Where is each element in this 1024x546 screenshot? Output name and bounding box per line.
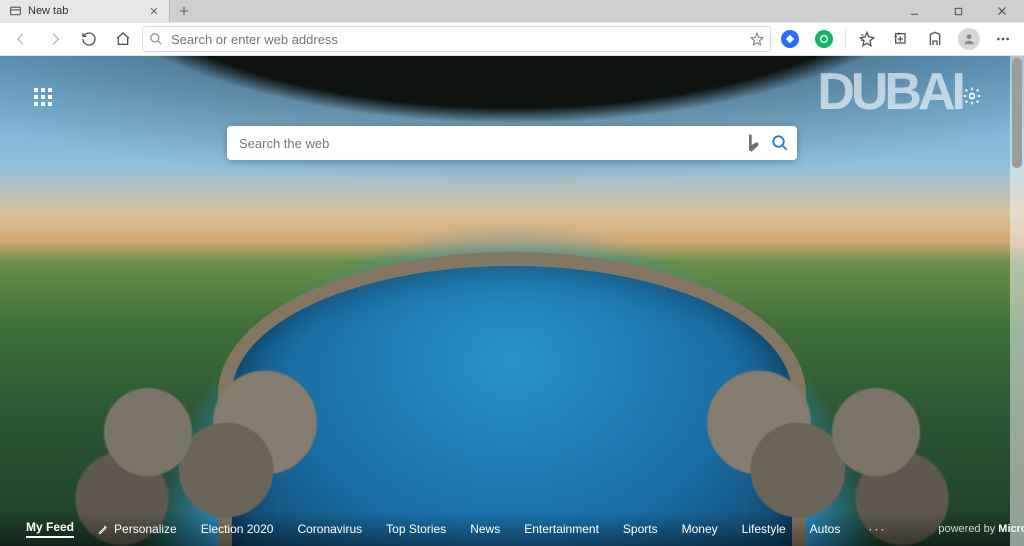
feed-tab-top-stories[interactable]: Top Stories <box>386 522 446 536</box>
bing-icon <box>745 133 761 153</box>
feed-tab-label: Personalize <box>114 522 177 536</box>
collections-button[interactable] <box>886 25 916 53</box>
profile-button[interactable] <box>954 25 984 53</box>
favorites-button[interactable] <box>852 25 882 53</box>
favorite-star-icon[interactable] <box>750 32 764 46</box>
feed-tab-money[interactable]: Money <box>682 522 718 536</box>
feed-more-button[interactable]: ··· <box>864 522 890 536</box>
feed-tab-label: News <box>470 522 500 536</box>
feed-tab-my-feed[interactable]: My Feed <box>26 520 74 538</box>
feed-tab-label: Top Stories <box>386 522 446 536</box>
address-bar[interactable] <box>142 26 771 52</box>
window-close-button[interactable] <box>980 0 1024 22</box>
extensions-button[interactable] <box>920 25 950 53</box>
titlebar-drag-region <box>198 0 892 22</box>
vertical-scrollbar[interactable] <box>1010 56 1024 546</box>
feed-tab-label: Lifestyle <box>742 522 786 536</box>
feed-tab-label: Money <box>682 522 718 536</box>
app-launcher-icon[interactable] <box>34 88 54 108</box>
feed-tab-autos[interactable]: Autos <box>810 522 841 536</box>
feed-tab-label: Election 2020 <box>201 522 274 536</box>
feed-tab-label: My Feed <box>26 520 74 534</box>
feed-tab-label: Sports <box>623 522 658 536</box>
new-tab-page: DUBAI My Feed Personalize Election 2020 Cor… <box>0 56 1024 546</box>
pencil-icon <box>98 524 109 535</box>
tab-close-icon[interactable] <box>147 4 161 18</box>
nav-forward-button[interactable] <box>40 25 70 53</box>
nav-refresh-button[interactable] <box>74 25 104 53</box>
feed-tab-label: Entertainment <box>524 522 599 536</box>
nav-home-button[interactable] <box>108 25 138 53</box>
feed-tab-label: Coronavirus <box>297 522 362 536</box>
ntp-search-input[interactable] <box>239 136 735 151</box>
page-settings-button[interactable] <box>962 86 982 106</box>
image-watermark: DUBAI <box>817 62 962 122</box>
more-menu-button[interactable] <box>988 25 1018 53</box>
window-minimize-button[interactable] <box>892 0 936 22</box>
feed-tab-entertainment[interactable]: Entertainment <box>524 522 599 536</box>
address-input[interactable] <box>171 32 742 47</box>
search-icon <box>149 32 163 46</box>
powered-by-prefix: powered by <box>938 523 998 535</box>
nav-back-button[interactable] <box>6 25 36 53</box>
profile-avatar-icon <box>958 28 980 50</box>
tab-title: New tab <box>28 5 68 17</box>
tab-favicon-icon <box>8 4 22 18</box>
extension-badge-blue[interactable] <box>775 25 805 53</box>
browser-toolbar <box>0 22 1024 56</box>
extension-badge-green[interactable] <box>809 25 839 53</box>
feed-tab-label: Autos <box>810 522 841 536</box>
browser-tab[interactable]: New tab <box>0 0 170 22</box>
feed-tab-personalize[interactable]: Personalize <box>98 522 177 536</box>
feed-tab-election-2020[interactable]: Election 2020 <box>201 522 274 536</box>
feed-tab-news[interactable]: News <box>470 522 500 536</box>
feed-tab-sports[interactable]: Sports <box>623 522 658 536</box>
feed-tab-coronavirus[interactable]: Coronavirus <box>297 522 362 536</box>
ntp-search-submit-icon[interactable] <box>771 134 789 152</box>
new-tab-button[interactable] <box>170 0 198 22</box>
toolbar-separator <box>845 29 846 49</box>
window-maximize-button[interactable] <box>936 0 980 22</box>
ntp-search-box[interactable] <box>227 126 797 160</box>
feed-nav: My Feed Personalize Election 2020 Coronavir… <box>0 512 1010 546</box>
titlebar: New tab <box>0 0 1024 22</box>
scrollbar-thumb[interactable] <box>1012 58 1022 168</box>
feed-tab-lifestyle[interactable]: Lifestyle <box>742 522 786 536</box>
window-controls <box>892 0 1024 22</box>
